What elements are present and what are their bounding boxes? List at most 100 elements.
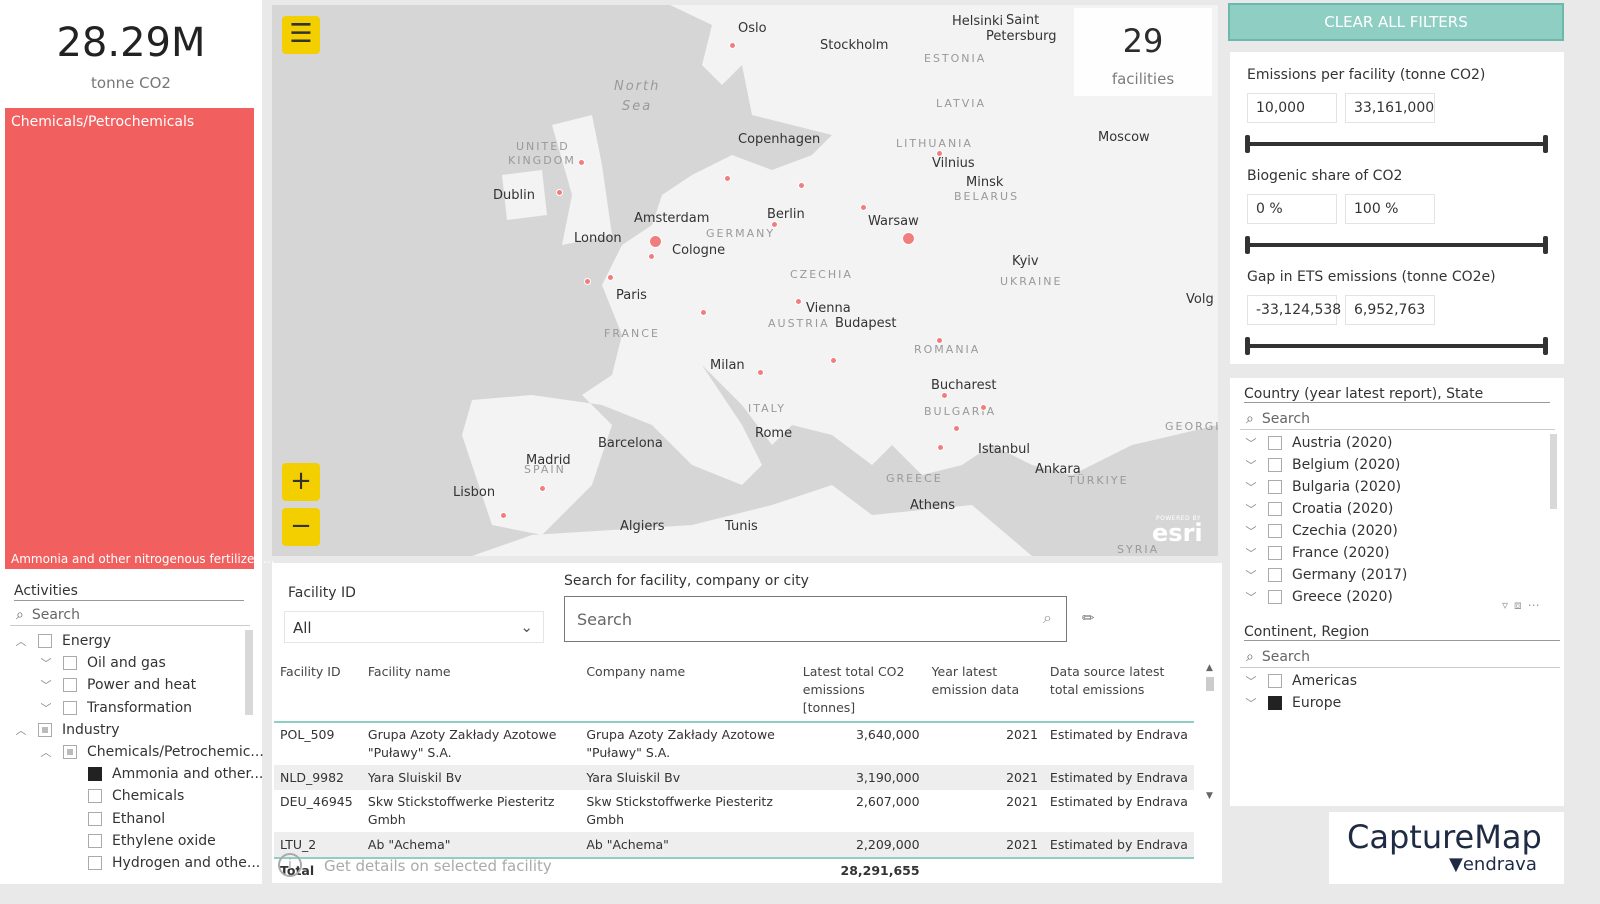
slider-max-handle[interactable] [1543,135,1548,153]
country-item[interactable]: ﹀ Czechia (2020) [1244,523,1398,539]
facility-marker[interactable] [936,337,943,344]
facility-marker[interactable] [729,42,736,49]
activity-item[interactable]: Ethanol [64,811,165,827]
facility-marker[interactable] [830,357,837,364]
chevron-down-icon[interactable]: ﹀ [1244,435,1258,451]
chevron-down-icon[interactable]: ﹀ [39,677,53,693]
facility-marker[interactable] [700,309,707,316]
slider-min-input[interactable]: -33,124,538 [1247,295,1341,325]
checkbox[interactable] [38,722,52,737]
facility-marker[interactable] [757,369,764,376]
facility-marker[interactable] [980,404,987,411]
activity-item[interactable]: Hydrogen and othe... [64,855,260,871]
facility-marker[interactable] [795,298,802,305]
country-item[interactable]: ﹀ Belgium (2020) [1244,457,1401,473]
country-item[interactable]: ﹀ Germany (2017) [1244,567,1408,583]
checkbox[interactable] [88,767,102,782]
country-item[interactable]: ﹀ Bulgaria (2020) [1244,479,1402,495]
slider-min-handle[interactable] [1245,337,1250,355]
slider-track[interactable] [1247,243,1547,247]
facility-marker[interactable] [798,182,805,189]
info-icon[interactable]: i [278,853,302,877]
facility-marker[interactable] [902,232,915,245]
activity-item[interactable]: ︿ Industry [14,722,120,738]
activities-search[interactable]: ⌕ Search [10,605,250,626]
facility-id-dropdown[interactable]: All ⌄ [284,611,544,643]
facility-marker[interactable] [500,512,507,519]
facility-marker[interactable] [724,175,731,182]
checkbox[interactable] [1268,524,1282,538]
zoom-out-button[interactable]: − [282,508,320,546]
continent-search[interactable]: ⌕ Search [1240,647,1560,668]
checkbox[interactable] [1268,480,1282,494]
country-item[interactable]: ﹀ Greece (2020) [1244,589,1393,605]
facility-marker[interactable] [607,274,614,281]
facility-marker[interactable] [648,253,655,260]
activity-item[interactable]: Ammonia and other... [64,766,263,782]
country-item[interactable]: ﹀ France (2020) [1244,545,1390,561]
slider-max-input[interactable]: 33,161,000 [1345,93,1435,123]
chevron-down-icon[interactable]: ﹀ [1244,589,1258,605]
facility-marker[interactable] [556,189,563,196]
activities-scrollbar[interactable] [245,630,253,715]
column-header[interactable]: Facility ID [274,659,362,722]
table-scrollbar[interactable]: ▲ ▼ [1206,663,1216,823]
chevron-down-icon[interactable]: ﹀ [1244,695,1258,711]
table-row[interactable]: DEU_46945 Skw Stickstoffwerke Piesteritz … [274,790,1194,833]
chevron-down-icon[interactable]: ﹀ [39,700,53,716]
checkbox[interactable] [1268,546,1282,560]
checkbox[interactable] [63,745,77,759]
chevron-down-icon[interactable]: ﹀ [1244,545,1258,561]
table-row[interactable]: POL_509 Grupa Azoty Zakłady Azotowe "Puła… [274,722,1194,766]
facility-marker[interactable] [539,485,546,492]
facility-search-input[interactable]: Search ⌕ [564,596,1067,642]
checkbox[interactable] [1268,458,1282,472]
slider-max-input[interactable]: 6,952,763 [1345,295,1435,325]
checkbox[interactable] [63,700,77,715]
country-item[interactable]: ﹀ Croatia (2020) [1244,501,1394,517]
table-row[interactable]: NLD_9982 Yara Sluiskil Bv Yara Sluiskil Bv… [274,765,1194,790]
facility-marker[interactable] [953,425,960,432]
column-header[interactable]: Latest total CO2 emissions [tonnes] [797,659,926,722]
country-scrollbar[interactable] [1550,434,1557,509]
slider-track[interactable] [1247,142,1547,146]
chevron-down-icon[interactable]: ﹀ [1244,501,1258,517]
zoom-in-button[interactable]: + [282,463,320,501]
details-link[interactable]: Get details on selected facility [324,857,552,875]
checkbox[interactable] [1268,568,1282,582]
facility-marker[interactable] [936,150,943,157]
checkbox[interactable] [63,678,77,693]
chevron-down-icon[interactable]: ﹀ [1244,567,1258,583]
facility-marker[interactable] [937,444,944,451]
activity-item[interactable]: Chemicals [64,788,184,804]
activity-item[interactable]: ︿ Energy [14,633,112,649]
checkbox[interactable] [1268,590,1282,604]
slider-min-handle[interactable] [1245,236,1250,254]
slider-track[interactable] [1247,344,1547,348]
country-item[interactable]: ﹀ Austria (2020) [1244,435,1393,451]
checkbox[interactable] [88,833,102,848]
chevron-down-icon[interactable]: ﹀ [1244,523,1258,539]
chevron-up-icon[interactable]: ︿ [14,722,28,738]
checkbox[interactable] [63,656,77,671]
country-search[interactable]: ⌕ Search [1240,409,1555,430]
activity-treemap-tile[interactable]: Chemicals/Petrochemicals Ammonia and oth… [5,108,275,569]
slider-min-handle[interactable] [1245,135,1250,153]
facility-marker[interactable] [771,221,778,228]
slider-max-input[interactable]: 100 % [1345,194,1435,224]
map-menu-button[interactable]: ☰ [282,16,320,54]
facility-marker[interactable] [860,204,867,211]
table-row[interactable]: LTU_2 Ab "Achema" Ab "Achema" 2,209,000 2021… [274,832,1194,858]
checkbox[interactable] [88,811,102,826]
chevron-down-icon[interactable]: ﹀ [39,655,53,671]
continent-item[interactable]: ﹀ Europe [1244,695,1342,711]
checkbox[interactable] [38,634,52,648]
activity-item[interactable]: ︿ Chemicals/Petrochemic... [39,744,264,760]
chevron-down-icon[interactable]: ﹀ [1244,673,1258,689]
chevron-up-icon[interactable]: ︿ [14,633,28,649]
chevron-down-icon[interactable]: ﹀ [1244,457,1258,473]
facility-marker[interactable] [578,159,585,166]
clear-all-filters-button[interactable]: CLEAR ALL FILTERS [1228,3,1564,41]
facility-marker[interactable] [584,278,591,285]
slider-max-handle[interactable] [1543,337,1548,355]
